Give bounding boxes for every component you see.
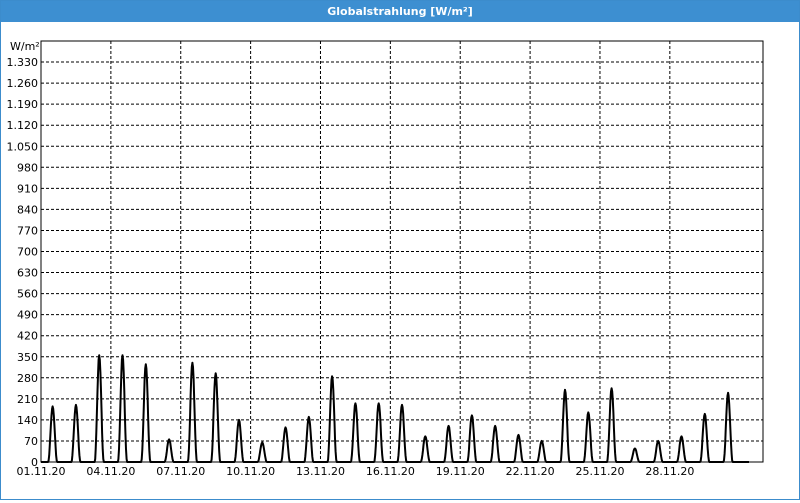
daily-peak-point <box>494 425 496 427</box>
y-tick-label: 560 <box>17 288 38 301</box>
window-title: Globalstrahlung [W/m²] <box>327 5 473 18</box>
y-tick-label: 980 <box>17 161 38 174</box>
y-tick-label: 1.330 <box>7 56 39 69</box>
x-tick-label: 19.11.20 <box>436 465 485 478</box>
daily-peak-point <box>121 354 124 357</box>
y-tick-label: 700 <box>17 246 38 259</box>
x-tick-label: 01.11.20 <box>17 465 66 478</box>
daily-peak-point <box>191 361 194 364</box>
x-tick-label: 28.11.20 <box>645 465 694 478</box>
y-axis-label: W/m² <box>10 40 40 53</box>
daily-peak-point <box>401 404 403 406</box>
y-tick-label: 490 <box>17 309 38 322</box>
x-tick-label: 04.11.20 <box>86 465 135 478</box>
daily-peak-point <box>564 389 566 391</box>
y-tick-label: 140 <box>17 414 38 427</box>
daily-peak-point <box>261 441 264 444</box>
y-tick-label: 910 <box>17 182 38 195</box>
x-tick-label: 10.11.20 <box>226 465 275 478</box>
y-tick-label: 420 <box>17 330 38 343</box>
daily-peak-point <box>331 375 333 378</box>
y-tick-label: 1.190 <box>7 98 39 111</box>
x-tick-label: 22.11.20 <box>506 465 555 478</box>
daily-peak-point <box>145 363 147 366</box>
chart-window: Globalstrahlung [W/m²] 0 70 140 210 280 350 42… <box>0 0 800 500</box>
daily-peak-point <box>540 440 543 442</box>
daily-peak-point <box>587 411 590 414</box>
daily-peak-point <box>471 414 473 417</box>
chart-area: 0 70 140 210 280 350 420 490 560 630 700 770 840 910 9… <box>1 22 799 499</box>
y-tick-label: 1.260 <box>7 77 39 90</box>
daily-peak-point <box>51 405 54 408</box>
daily-peak-point <box>634 447 636 450</box>
daily-peak-point <box>703 413 706 415</box>
x-tick-label: 13.11.20 <box>296 465 345 478</box>
daily-peak-point <box>447 425 450 427</box>
y-tick-label: 1.050 <box>7 140 39 153</box>
daily-peak-point <box>284 426 287 429</box>
x-tick-label: 16.11.20 <box>366 465 415 478</box>
daily-peak-point <box>727 392 729 394</box>
x-tick-label: 07.11.20 <box>156 465 205 478</box>
daily-peak-point <box>98 354 101 357</box>
daily-peak-point <box>214 372 217 375</box>
y-tick-label: 840 <box>17 203 38 216</box>
y-tick-label: 350 <box>17 351 38 364</box>
y-tick-label: 1.120 <box>7 119 39 132</box>
daily-peak-point <box>610 387 613 390</box>
x-tick-label: 25.11.20 <box>575 465 624 478</box>
daily-peak-point <box>517 434 520 436</box>
y-tick-label: 630 <box>17 267 38 280</box>
daily-peak-point <box>680 435 683 438</box>
daily-peak-point <box>168 438 170 441</box>
daily-peak-point <box>354 402 357 405</box>
y-tick-label: 70 <box>24 435 38 448</box>
daily-peak-point <box>238 419 240 421</box>
daily-peak-point <box>377 402 380 405</box>
y-tick-label: 280 <box>17 372 38 385</box>
daily-peak-point <box>657 440 659 442</box>
daily-peak-point <box>308 416 310 418</box>
y-tick-label: 770 <box>17 224 38 237</box>
irradiance-chart: 0701402102803504204905606307007708409109… <box>1 22 799 499</box>
title-bar: Globalstrahlung [W/m²] <box>1 1 799 22</box>
daily-peak-point <box>424 435 427 438</box>
y-tick-label: 210 <box>17 393 38 406</box>
daily-peak-point <box>75 404 77 406</box>
